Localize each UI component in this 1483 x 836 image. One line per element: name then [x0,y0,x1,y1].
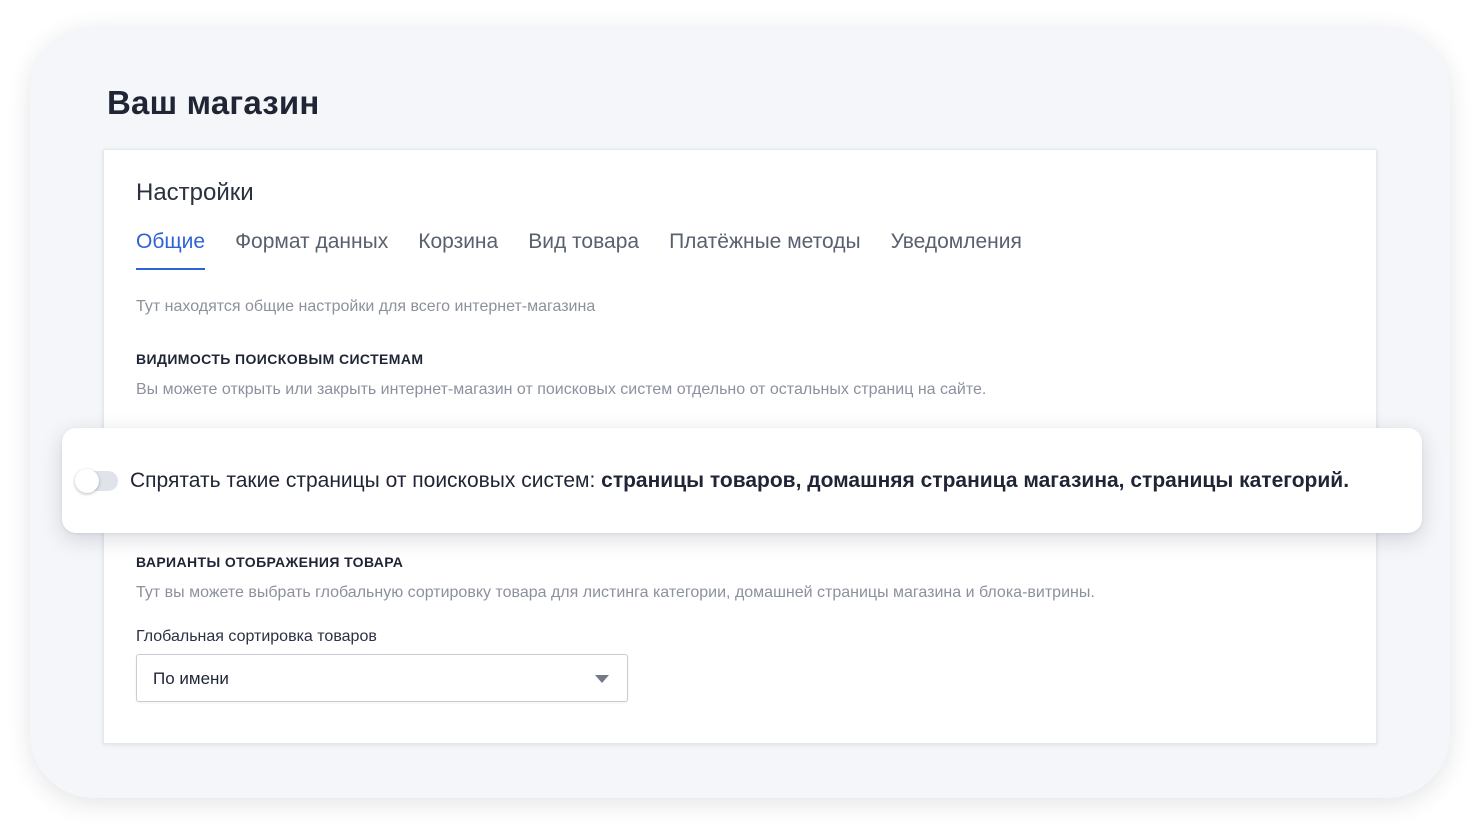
tab-payment-methods[interactable]: Платёжные методы [669,230,860,270]
tab-notifications[interactable]: Уведомления [891,230,1022,270]
display-heading: Варианты отображения товара [136,554,404,570]
page-title: Ваш магазин [107,84,320,121]
sort-select[interactable]: По имени [136,654,628,702]
visibility-description: Вы можете открыть или закрыть интернет-м… [136,381,987,398]
tab-data-format[interactable]: Формат данных [235,230,388,270]
hide-pages-toggle[interactable] [75,469,118,493]
tab-general[interactable]: Общие [136,230,206,270]
toggle-knob [75,469,99,493]
settings-tabs: Общие Формат данных Корзина Вид товара П… [136,230,1022,270]
sort-label: Глобальная сортировка товаров [136,628,377,645]
hide-pages-label-bold: страницы товаров, домашняя страница мага… [601,469,1350,492]
display-description: Тут вы можете выбрать глобальную сортиро… [136,584,1095,601]
tab-cart[interactable]: Корзина [418,230,498,270]
visibility-heading: Видимость поисковым системам [136,351,424,367]
settings-title: Настройки [136,179,254,206]
chevron-down-icon [595,675,609,683]
hide-pages-option: Спрятать такие страницы от поисковых сис… [62,428,1422,533]
tab-product-view[interactable]: Вид товара [528,230,639,270]
sort-select-value: По имени [153,669,229,688]
settings-intro: Тут находятся общие настройки для всего … [136,298,596,315]
hide-pages-label: Спрятать такие страницы от поисковых сис… [130,469,1349,493]
hide-pages-label-prefix: Спрятать такие страницы от поисковых сис… [130,469,602,492]
